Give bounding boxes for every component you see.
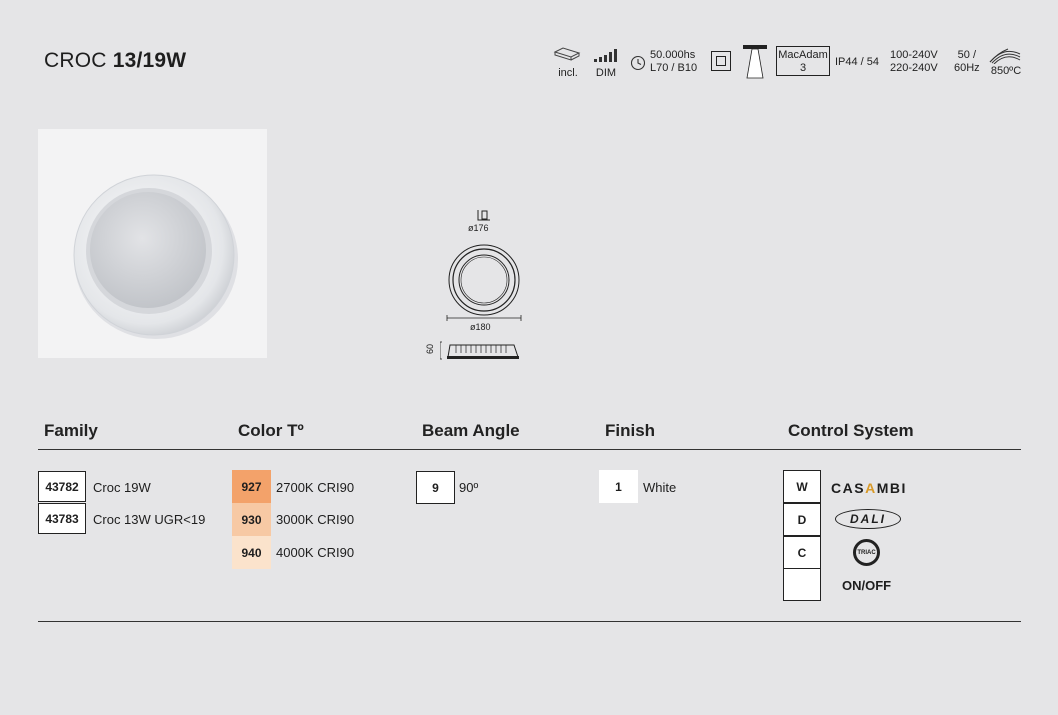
header-beam: Beam Angle: [422, 421, 520, 440]
driver-label: incl.: [558, 67, 578, 79]
family-name: Croc 13W UGR<19: [93, 512, 206, 527]
technical-drawing: ø176 ø180 60: [425, 208, 530, 368]
dimming-spec: DIM: [592, 48, 620, 80]
cutout-dimension: ø176: [468, 223, 489, 233]
height-dimension: 60: [425, 343, 436, 355]
top-view-drawing: [448, 244, 520, 316]
signal-bars-icon: [594, 49, 617, 62]
driver-spec: incl.: [553, 46, 583, 80]
color-label: 4000K CRI90: [276, 545, 355, 560]
control-code-d: D: [783, 503, 821, 536]
header-color: Color Tº: [238, 421, 304, 440]
product-name-bold: 13/19W: [112, 49, 187, 72]
color-label: 2700K CRI90: [276, 480, 355, 495]
clock-icon: [630, 55, 646, 71]
frequency-spec: 50 / 60Hz: [954, 49, 980, 75]
voltage-spec: 100-240V 220-240V: [890, 49, 938, 75]
color-code-927: 927: [232, 470, 271, 503]
header-finish: Finish: [605, 421, 656, 440]
beam-code: 9: [416, 471, 455, 504]
control-code-w: W: [783, 470, 821, 503]
footer-rule: [38, 621, 1021, 622]
class-insulation-icon: [711, 51, 731, 71]
downlight-image: [73, 174, 238, 339]
macadam-value: 3: [799, 62, 807, 74]
header-rule: [38, 449, 1021, 450]
casambi-logo: CASAMBI: [831, 480, 907, 496]
dali-logo: DALI: [835, 509, 901, 529]
finish-label: White: [643, 480, 677, 495]
product-name-light: CROC: [44, 49, 107, 72]
beam-direction-icon: [743, 45, 767, 79]
color-code-940: 940: [232, 536, 271, 569]
glow-wire-spec: 850ºC: [988, 44, 1024, 78]
control-code-empty: [783, 568, 821, 601]
family-name: Croc 19W: [93, 480, 151, 495]
beam-label: 90º: [459, 480, 479, 495]
glow-wire-icon: [989, 48, 1021, 65]
frequency-2: 60Hz: [954, 62, 980, 74]
frequency-1: 50 /: [957, 49, 977, 61]
family-code-43782: 43782: [38, 471, 86, 502]
voltage-2: 220-240V: [890, 62, 938, 74]
diameter-line: [446, 315, 522, 321]
macadam-label: MacAdam: [778, 49, 828, 61]
diameter-dimension: ø180: [470, 322, 491, 332]
lifetime-hours: 50.000hs: [650, 49, 696, 61]
color-label: 3000K CRI90: [276, 512, 355, 527]
dimming-label: DIM: [595, 67, 617, 79]
color-code-930: 930: [232, 503, 271, 536]
voltage-1: 100-240V: [890, 49, 938, 61]
recessed-mount-icon: [477, 210, 490, 221]
header-family: Family: [44, 421, 98, 440]
glow-wire-label: 850ºC: [990, 65, 1022, 77]
ip-rating: IP44 / 54: [835, 56, 880, 68]
header-control: Control System: [788, 421, 914, 440]
triac-logo: TRIAC: [853, 539, 880, 566]
driver-box-icon: [553, 47, 581, 61]
finish-code: 1: [599, 470, 638, 503]
on-off-label: ON/OFF: [842, 578, 892, 593]
product-title: CROC 13/19W: [44, 49, 186, 73]
lifetime-rating: L70 / B10: [650, 62, 698, 74]
side-view-drawing: [440, 341, 519, 360]
macadam-spec: MacAdam 3: [776, 46, 830, 76]
control-code-c: C: [783, 536, 821, 569]
product-photo: [38, 129, 267, 358]
family-code-43783: 43783: [38, 503, 86, 534]
